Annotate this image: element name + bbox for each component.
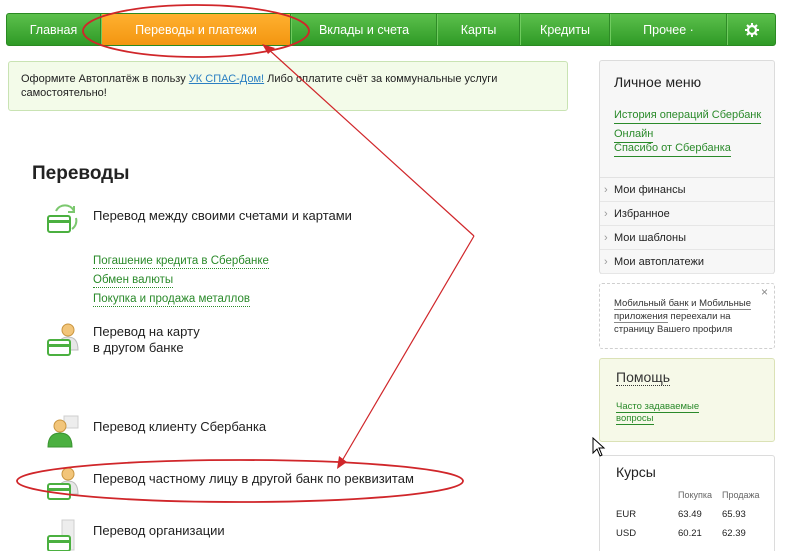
sidebar-item-my-finances[interactable]: Мои финансы — [600, 178, 774, 202]
sublink-credit-repayment[interactable]: Погашение кредита в Сбербанке — [93, 255, 269, 269]
nav-item-transfers-payments[interactable]: Переводы и платежи — [101, 14, 291, 45]
nav-item-credits[interactable]: Кредиты — [520, 14, 610, 45]
rate-currency: USD — [616, 528, 637, 539]
rates-header-sell: Продажа — [722, 490, 760, 500]
rate-currency: EUR — [616, 509, 637, 520]
transfer-sberbank-client[interactable]: Перевод клиенту Сбербанка — [93, 419, 266, 435]
faq-link-line2: вопросы — [616, 413, 654, 425]
person-card-icon — [47, 323, 79, 356]
mouse-cursor-icon — [592, 437, 606, 457]
faq-link[interactable]: Часто задаваемые вопросы — [616, 401, 726, 425]
rates-box: Курсы Покупка Продажа EUR 63.49 65.93 US… — [599, 455, 775, 551]
close-icon[interactable]: × — [761, 286, 768, 299]
transfer-card-other-bank[interactable]: Перевод на карту в другом банке — [93, 324, 200, 356]
sublink-metals[interactable]: Покупка и продажа металлов — [93, 293, 250, 307]
transfer-organization[interactable]: Перевод организации — [93, 523, 225, 539]
nav-item-home[interactable]: Главная — [7, 14, 101, 45]
history-link-line1: История операций Сбербанк — [614, 108, 762, 124]
rates-title: Курсы — [616, 464, 656, 480]
mobile-bank-link[interactable]: Мобильный банк — [614, 298, 689, 310]
nav-item-other[interactable]: Прочее · — [610, 14, 727, 45]
personal-menu: Личное меню История операций Сбербанк Он… — [599, 60, 775, 274]
annotation-arrow-line — [338, 235, 475, 467]
help-title[interactable]: Помощь — [616, 369, 671, 386]
sidebar-item-autopayments[interactable]: Мои автоплатежи — [600, 250, 774, 274]
rate-buy: 60.21 — [678, 528, 702, 539]
mobile-notice: × Мобильный банк и Мобильные приложения … — [599, 283, 775, 349]
transfer-own-accounts[interactable]: Перевод между своими счетами и картами — [93, 208, 352, 224]
rate-buy: 63.49 — [678, 509, 702, 520]
autopay-banner: Оформите Автоплатёж в пользу УК СПАС-Дом… — [8, 61, 568, 111]
banner-link[interactable]: УК СПАС-Дом! — [189, 73, 264, 85]
nav-item-cards[interactable]: Карты — [437, 14, 520, 45]
sidebar-item-templates[interactable]: Мои шаблоны — [600, 226, 774, 250]
banner-text: Оформите Автоплатёж в пользу — [21, 73, 189, 85]
cards-exchange-icon — [47, 204, 78, 233]
personal-menu-title: Личное меню — [614, 74, 702, 90]
history-link[interactable]: История операций Сбербанк Онлайн — [614, 105, 762, 143]
annotation-arrowhead-bottom — [337, 456, 347, 469]
faq-link-line1: Часто задаваемые — [616, 401, 700, 413]
spasibo-link[interactable]: Спасибо от Сбербанка — [614, 141, 731, 157]
transfer-private-person-requisites[interactable]: Перевод частному лицу в другой банк по р… — [93, 471, 414, 487]
transfer-card-other-bank-line1: Перевод на карту — [93, 324, 200, 339]
mobile-and: и — [688, 298, 700, 309]
gear-icon[interactable] — [727, 14, 775, 45]
top-nav: Главная Переводы и платежи Вклады и счет… — [6, 13, 776, 46]
page-title: Переводы — [32, 163, 130, 184]
person-client-icon — [47, 415, 79, 448]
person-card-icon — [47, 467, 79, 500]
transfer-card-other-bank-line2: в другом банке — [93, 340, 184, 355]
rate-sell: 62.39 — [722, 528, 746, 539]
nav-item-deposits-accounts[interactable]: Вклады и счета — [291, 14, 437, 45]
building-card-icon — [47, 519, 75, 551]
sidebar-item-favorites[interactable]: Избранное — [600, 202, 774, 226]
rate-sell: 65.93 — [722, 509, 746, 520]
sublink-currency-exchange[interactable]: Обмен валюты — [93, 274, 174, 288]
help-box: Помощь Часто задаваемые вопросы — [599, 358, 775, 442]
rates-header-buy: Покупка — [678, 490, 713, 500]
